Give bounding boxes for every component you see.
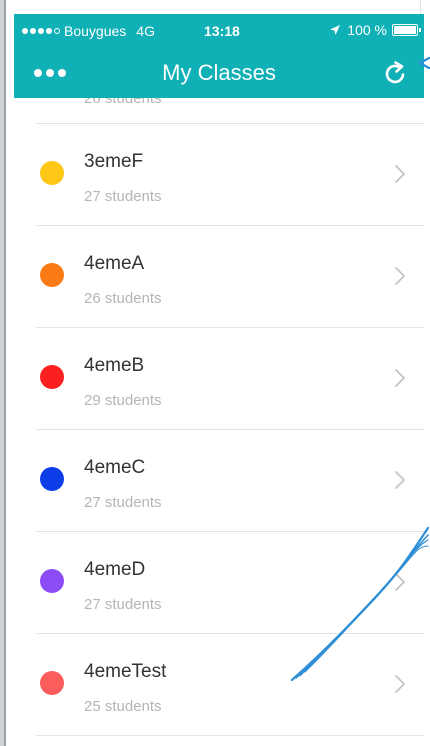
class-color-dot [40, 263, 64, 287]
chevron-right-icon [395, 165, 405, 183]
list-item-class[interactable]: 4emeA 26 students [36, 226, 424, 328]
status-bar: Bouygues 4G 13:18 100 % [14, 14, 424, 48]
location-arrow-icon [330, 25, 341, 35]
list-item-partial[interactable]: 26 students [36, 98, 424, 124]
class-name: 3emeF [84, 151, 144, 172]
class-color-dot [40, 161, 64, 185]
class-name: 4emeD [84, 559, 146, 580]
class-name: 4emeTest [84, 661, 167, 682]
list-item-class[interactable]: 4emeB 29 students [36, 328, 424, 430]
class-name: 4emeC [84, 457, 146, 478]
class-color-dot [40, 467, 64, 491]
list-item-class[interactable]: 4emeTest 25 students [36, 634, 424, 736]
student-count: 27 students [84, 188, 162, 205]
chevron-right-icon [395, 471, 405, 489]
network-type: 4G [136, 23, 155, 39]
signal-strength-icon [22, 28, 60, 34]
student-count: 27 students [84, 596, 162, 613]
status-right: 100 % [329, 22, 421, 38]
student-count: 27 students [84, 494, 162, 511]
list-item-class[interactable]: 4emeC 27 students [36, 430, 424, 532]
chevron-right-icon [395, 267, 405, 285]
student-count: 26 students [84, 98, 162, 107]
class-name: 4emeA [84, 253, 145, 274]
list-item-class[interactable]: 4emeD 27 students [36, 532, 424, 634]
class-color-dot [40, 365, 64, 389]
student-count: 29 students [84, 392, 162, 409]
page-title: My Classes [162, 60, 276, 85]
class-color-dot [40, 569, 64, 593]
class-list: 26 students 3emeF 27 students 4emeA 26 stud… [14, 98, 424, 736]
chevron-right-icon [395, 675, 405, 693]
student-count: 26 students [84, 290, 162, 307]
status-left: Bouygues 4G [22, 23, 155, 39]
chevron-right-icon [395, 573, 405, 591]
navigation-bar: My Classes [14, 48, 424, 98]
list-item-class[interactable]: 3emeF 27 students [36, 124, 424, 226]
phone-screen: Bouygues 4G 13:18 100 % My Classes 26 st… [14, 14, 424, 746]
class-name: 4emeB [84, 355, 145, 376]
chevron-right-icon [395, 369, 405, 387]
battery-percent: 100 % [347, 22, 387, 38]
window-frame-left [0, 0, 6, 746]
battery-icon [392, 24, 421, 36]
carrier-name: Bouygues [64, 23, 127, 39]
status-time: 13:18 [204, 23, 240, 39]
student-count: 25 students [84, 698, 162, 715]
refresh-icon[interactable] [382, 59, 410, 87]
class-color-dot [40, 671, 64, 695]
